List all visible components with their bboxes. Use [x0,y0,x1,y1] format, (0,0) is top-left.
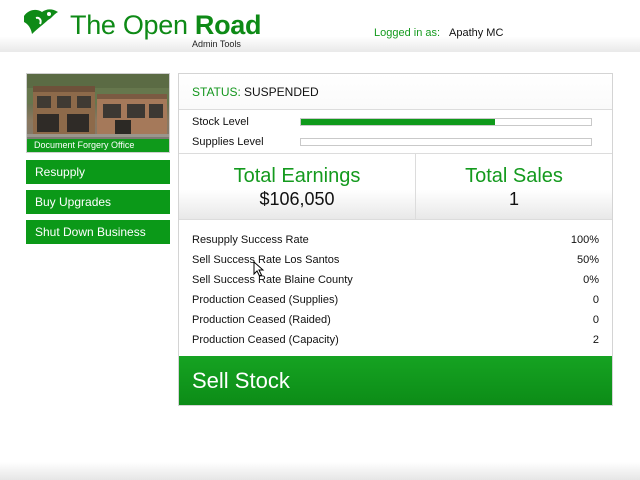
stat-value: 0% [583,274,599,286]
stat-label: Production Ceased (Supplies) [192,294,339,306]
totals-section: Total Earnings $106,050 Total Sales 1 [179,153,612,220]
stat-value: 0 [592,314,599,326]
logo-icon [24,9,58,35]
brand-subtitle: Admin Tools [192,39,241,49]
login-user: Apathy MC [449,27,504,39]
stock-level-bar [300,118,592,126]
buy-upgrades-button[interactable]: Buy Upgrades [26,190,170,214]
footer-strip [0,462,640,480]
status-row: STATUS: SUSPENDED [179,74,612,110]
brand-title: The Open Road [70,10,262,40]
status-label: STATUS: [192,85,241,99]
stock-level-label: Stock Level [192,116,249,128]
total-sales-value: 1 [508,189,519,209]
supplies-level-label: Supplies Level [192,136,264,148]
shut-down-business-button[interactable]: Shut Down Business [26,220,170,244]
stat-label: Resupply Success Rate [192,234,309,246]
login-label: Logged in as: [374,27,441,39]
business-panel: STATUS: SUSPENDED Stock Level Supplies L… [178,73,613,406]
total-earnings-label: Total Earnings [233,165,361,187]
stat-label: Sell Success Rate Los Santos [192,254,340,266]
mouse-cursor-icon [253,261,265,277]
stat-value: 100% [570,234,599,246]
header-bar: The Open Road Admin Tools Logged in as: … [0,0,640,52]
total-sales-label: Total Sales [465,165,563,187]
resupply-button[interactable]: Resupply [26,160,170,184]
sell-stock-button[interactable]: Sell Stock [179,356,612,405]
stat-value: 2 [592,334,599,346]
stat-label: Sell Success Rate Blaine County [192,274,353,286]
total-earnings-value: $106,050 [259,189,335,209]
stat-value: 50% [576,254,599,266]
status-value: SUSPENDED [244,85,319,99]
stat-value: 0 [592,294,599,306]
stat-label: Production Ceased (Raided) [192,314,331,326]
business-caption: Document Forgery Office [27,139,169,152]
supplies-level-bar [300,138,592,146]
stat-label: Production Ceased (Capacity) [192,334,339,346]
business-thumbnail: Document Forgery Office [26,73,170,153]
stock-level-fill [301,119,496,125]
